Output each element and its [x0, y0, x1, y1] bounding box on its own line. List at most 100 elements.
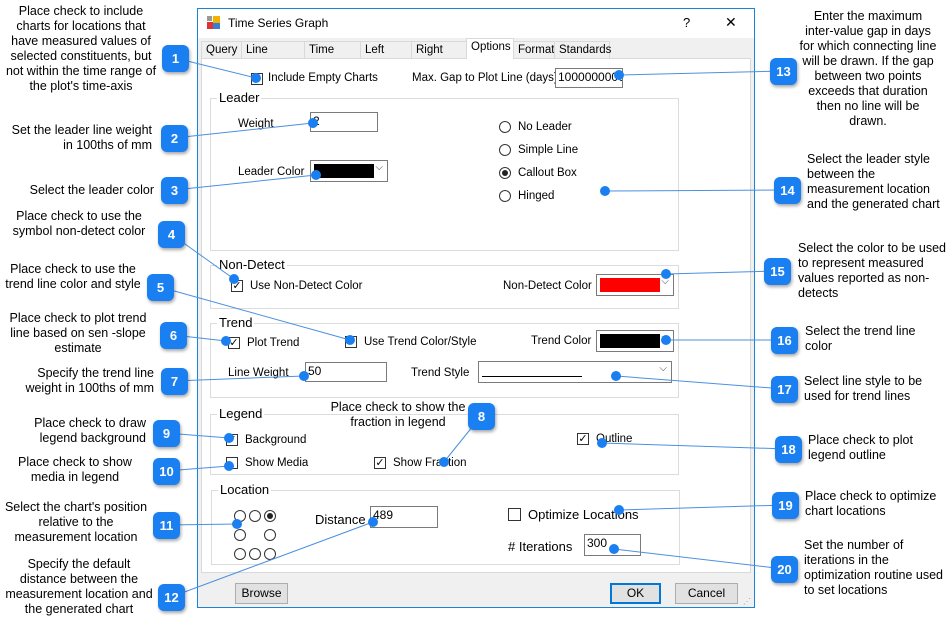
leader-weight-label: Weight: [238, 118, 274, 130]
callout-box-radio[interactable]: [499, 167, 511, 179]
callout-note-19: Place check to optimize chart locations: [805, 489, 937, 518]
callout-badge-16: 16: [771, 327, 798, 354]
position-top-left-radio[interactable]: [234, 510, 246, 522]
callout-box-label: Callout Box: [518, 167, 577, 179]
callout-badge-12: 12: [158, 584, 185, 611]
app-icon: [207, 16, 220, 29]
tab-time-axis[interactable]: Time Axis: [304, 41, 361, 73]
close-icon[interactable]: ✕: [725, 14, 737, 31]
callout-badge-15: 15: [764, 258, 791, 285]
optimize-locations-label: Optimize Locations: [528, 507, 639, 522]
position-bottom-center-radio[interactable]: [249, 548, 261, 560]
use-non-detect-color-label: Use Non-Detect Color: [250, 280, 363, 292]
callout-badge-7: 7: [161, 368, 188, 395]
use-trend-style-checkbox[interactable]: ✓: [345, 336, 357, 348]
include-empty-charts-label: Include Empty Charts: [268, 72, 378, 84]
background-checkbox[interactable]: ✓: [226, 434, 238, 446]
callout-note-17: Select line style to be used for trend l…: [804, 374, 923, 403]
resize-grip-icon[interactable]: ⋰: [743, 597, 751, 606]
position-middle-left-radio[interactable]: [234, 529, 246, 541]
dialog-title: Time Series Graph: [228, 16, 329, 30]
distance-label: Distance: [315, 512, 366, 527]
callout-badge-6: 6: [160, 322, 187, 349]
callout-note-13: Enter the maximum inter-value gap in day…: [799, 9, 937, 128]
callout-badge-17: 17: [771, 376, 798, 403]
hinged-label: Hinged: [518, 190, 555, 202]
trend-color-label: Trend Color: [531, 335, 592, 347]
use-trend-style-label: Use Trend Color/Style: [364, 336, 477, 348]
iterations-label: # Iterations: [508, 539, 573, 554]
non-detect-group: Non-Detect ✓ Use Non-Detect Color Non-De…: [210, 257, 679, 309]
chevron-down-icon: ⌵: [661, 332, 669, 343]
trend-weight-label: Line Weight: [228, 367, 289, 379]
non-detect-color-label: Non-Detect Color: [503, 280, 592, 292]
chevron-down-icon: ⌵: [661, 276, 669, 287]
position-bottom-right-radio[interactable]: [264, 548, 276, 560]
callout-note-12: Specify the default distance between the…: [5, 557, 153, 616]
non-detect-color-swatch: [600, 278, 660, 292]
callout-badge-13: 13: [770, 58, 797, 85]
help-button[interactable]: ?: [683, 15, 690, 30]
callout-badge-20: 20: [771, 556, 798, 583]
leader-weight-input[interactable]: 2: [310, 112, 378, 132]
tab-query[interactable]: Query: [201, 41, 242, 58]
tab-right-axis[interactable]: Right Axis: [411, 41, 467, 73]
include-empty-charts-checkbox[interactable]: ✓: [251, 73, 263, 85]
chevron-down-icon: ⌵: [375, 162, 383, 173]
tab-line-format[interactable]: Line Format: [241, 41, 305, 73]
outline-checkbox[interactable]: ✓: [577, 433, 589, 445]
iterations-input[interactable]: 300: [584, 534, 641, 556]
callout-note-16: Select the trend line color: [805, 324, 916, 353]
show-media-checkbox[interactable]: [226, 457, 238, 469]
callout-note-8: Place check to show the fraction in lege…: [330, 400, 466, 429]
callout-note-2: Set the leader line weight in 100ths of …: [11, 123, 152, 152]
optimize-locations-checkbox[interactable]: [508, 508, 521, 521]
trend-color-swatch: [600, 334, 660, 348]
tab-left-axis[interactable]: Left Axis: [360, 41, 412, 73]
position-middle-right-radio[interactable]: [264, 529, 276, 541]
title-bar: Time Series Graph ? ✕: [198, 9, 754, 38]
callout-note-20: Set the number of iterations in the opti…: [804, 538, 943, 597]
no-leader-radio[interactable]: [499, 121, 511, 133]
trend-weight-input[interactable]: 50: [305, 362, 387, 382]
callout-note-10: Place check to show media in legend: [18, 455, 132, 484]
show-media-label: Show Media: [245, 457, 309, 469]
background-label: Background: [245, 434, 307, 446]
plot-trend-label: Plot Trend: [247, 337, 300, 349]
leader-color-dropdown[interactable]: ⌵: [310, 160, 388, 182]
callout-note-15: Select the color to be used to represent…: [798, 241, 947, 300]
callout-note-11: Select the chart's position relative to …: [4, 500, 148, 544]
cancel-button[interactable]: Cancel: [675, 583, 738, 604]
callout-note-9: Place check to draw legend background: [34, 416, 146, 445]
simple-line-label: Simple Line: [518, 144, 579, 156]
leader-group: Leader Weight 2 Leader Color ⌵ No Leader…: [210, 90, 679, 251]
trend-style-dropdown[interactable]: ⌵: [478, 361, 672, 383]
trend-color-dropdown[interactable]: ⌵: [596, 330, 674, 352]
callout-badge-3: 3: [161, 177, 188, 204]
time-series-graph-dialog: Time Series Graph ? ✕ Query Line Format …: [197, 8, 755, 608]
tab-format[interactable]: Format: [513, 41, 555, 58]
position-top-right-radio[interactable]: [264, 510, 276, 522]
position-bottom-left-radio[interactable]: [234, 548, 246, 560]
callout-badge-2: 2: [161, 125, 188, 152]
callout-badge-5: 5: [147, 274, 174, 301]
tab-standards[interactable]: Standards: [554, 41, 611, 58]
callout-note-3: Select the leader color: [29, 183, 154, 197]
position-top-center-radio[interactable]: [249, 510, 261, 522]
show-fraction-checkbox[interactable]: ✓: [374, 457, 386, 469]
trend-style-label: Trend Style: [411, 367, 470, 379]
simple-line-radio[interactable]: [499, 144, 511, 156]
non-detect-color-dropdown[interactable]: ⌵: [596, 274, 674, 296]
outline-label: Outline: [596, 433, 633, 445]
max-gap-input[interactable]: 1000000000: [555, 68, 623, 88]
trend-line-preview: [482, 376, 582, 377]
trend-group-title: Trend: [217, 315, 255, 330]
browse-button[interactable]: Browse: [235, 583, 288, 604]
callout-badge-9: 9: [153, 420, 180, 447]
plot-trend-checkbox[interactable]: ✓: [228, 337, 240, 349]
tab-options[interactable]: Options: [466, 38, 514, 59]
hinged-radio[interactable]: [499, 190, 511, 202]
use-non-detect-color-checkbox[interactable]: ✓: [231, 280, 243, 292]
distance-input[interactable]: 489: [370, 506, 438, 528]
ok-button[interactable]: OK: [610, 583, 661, 604]
